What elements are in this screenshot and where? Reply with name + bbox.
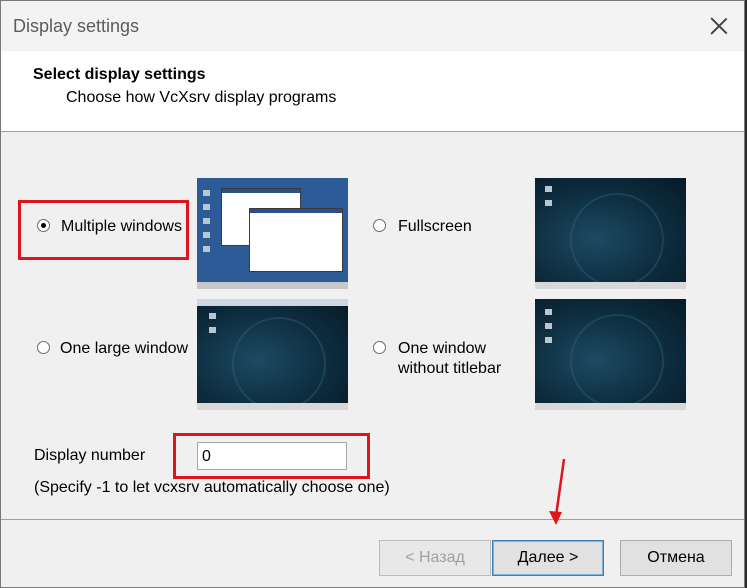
preview-taskbar <box>535 282 686 289</box>
preview-app-window <box>249 208 343 272</box>
page-subtitle: Choose how VcXsrv display programs <box>66 89 337 106</box>
title-bar: Display settings <box>1 1 744 51</box>
display-number-label: Display number <box>34 447 146 464</box>
desktop-icon <box>203 232 210 238</box>
highlight-box-display-number <box>173 433 370 479</box>
preview-taskbar <box>197 282 348 289</box>
window-title: Display settings <box>13 16 140 36</box>
desktop-icon <box>545 337 552 343</box>
page-title: Select display settings <box>33 66 206 83</box>
desktop-swirl <box>570 314 664 408</box>
option-label-one-window-line2[interactable]: without titlebar <box>398 359 501 379</box>
footer-divider <box>1 519 744 520</box>
highlight-box-multiple-windows <box>18 200 189 260</box>
desktop-icon <box>545 309 552 315</box>
preview-taskbar <box>535 403 686 410</box>
preview-one-window-no-titlebar <box>535 299 686 410</box>
back-button[interactable]: < Назад <box>379 540 491 576</box>
desktop-icon <box>545 186 552 192</box>
preview-fullscreen <box>535 178 686 289</box>
desktop-icon <box>203 190 210 196</box>
radio-fullscreen[interactable] <box>373 219 386 232</box>
option-label-fullscreen[interactable]: Fullscreen <box>398 217 472 237</box>
desktop-icon <box>209 327 216 333</box>
display-number-hint: (Specify -1 to let vcxsrv automatically … <box>34 479 390 496</box>
option-label-one-window-line1[interactable]: One window <box>398 339 486 359</box>
desktop-icon <box>545 323 552 329</box>
option-label-one-large-window[interactable]: One large window <box>60 339 188 359</box>
preview-one-large-window <box>197 299 348 410</box>
desktop-swirl <box>570 193 664 287</box>
desktop-icon <box>203 246 210 252</box>
preview-window-titlebar <box>197 299 348 306</box>
preview-multiple-windows <box>197 178 348 289</box>
desktop-icon <box>545 200 552 206</box>
desktop-icon <box>203 218 210 224</box>
close-icon[interactable] <box>708 15 730 37</box>
desktop-icon <box>203 204 210 210</box>
display-settings-dialog: Display settings Select display settings… <box>0 0 745 588</box>
radio-one-large-window[interactable] <box>37 341 50 354</box>
desktop-icon <box>209 313 216 319</box>
radio-one-window-no-titlebar[interactable] <box>373 341 386 354</box>
preview-taskbar <box>197 403 348 410</box>
next-button[interactable]: Далее > <box>492 540 604 576</box>
cancel-button[interactable]: Отмена <box>620 540 732 576</box>
desktop-swirl <box>232 317 326 410</box>
wizard-header: Select display settings Choose how VcXsr… <box>1 51 744 132</box>
